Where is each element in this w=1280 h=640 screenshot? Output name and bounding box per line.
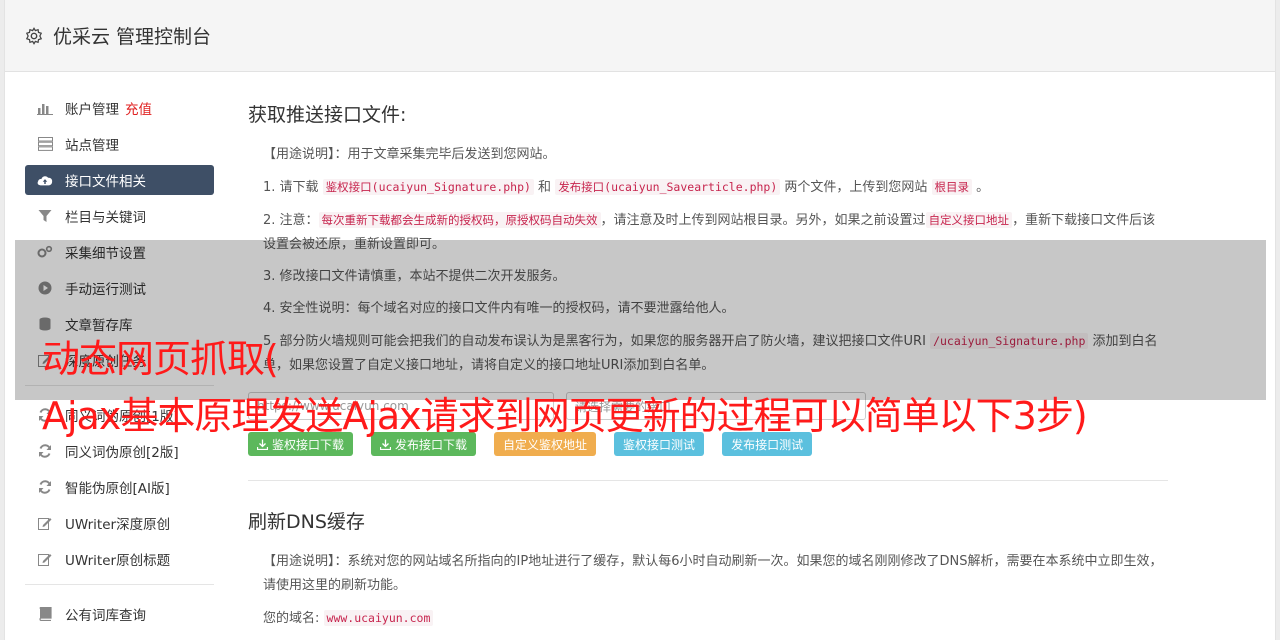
refresh-icon [37, 443, 53, 459]
recharge-link[interactable]: 充值 [125, 98, 152, 118]
sidebar-item-sites[interactable]: 站点管理 [25, 129, 214, 159]
caption-line-2: Ajax基本原理发送Ajax请求到网页更新的过程可以简单以下3步) [42, 394, 1088, 438]
caption-line-1: 动态网页抓取( [42, 337, 279, 381]
instruction-text: 。 [972, 180, 990, 195]
sidebar-item-public-dictionary[interactable]: 公有词库查询 [25, 599, 214, 629]
usage-text: ：用于文章采集完毕后发送到您网站。 [334, 147, 556, 162]
download-icon [380, 439, 392, 450]
sidebar-item-label: 栏目与关键词 [65, 210, 146, 226]
section-title-dns: 刷新DNS缓存 [248, 511, 365, 533]
instruction-text: 和 [533, 180, 556, 195]
sidebar-item-label: 公有词库查询 [65, 608, 146, 624]
usage-note: 【用途说明】：用于文章采集完毕后发送到您网站。 [248, 143, 1168, 167]
code-publish-file: 发布接口(ucaiyun_Savearticle.php) [555, 179, 781, 195]
sidebar-divider [25, 584, 214, 585]
download-icon [257, 439, 268, 450]
sidebar-item-label: UWriter原创标题 [65, 553, 171, 569]
dns-usage-note: 【用途说明】：系统对您的网站域名所指向的IP地址进行了缓存，默认每6小时自动刷新… [248, 550, 1168, 598]
instruction-1: 1. 请下载 鉴权接口(ucaiyun_Signature.php) 和 发布接… [248, 175, 1168, 200]
section-title-interface: 获取推送接口文件: [248, 104, 407, 126]
sidebar-item-uwriter-deep[interactable]: UWriter深度原创 [25, 508, 214, 538]
sidebar-item-label: 账户管理 [65, 102, 119, 118]
instruction-text: 1. 请下载 [263, 180, 323, 195]
domain-row: 您的域名: www.ucaiyun.com [248, 606, 1168, 631]
gear-icon [25, 26, 43, 45]
code-custom-address: 自定义接口地址 [925, 212, 1013, 228]
code-auth-file: 鉴权接口(ucaiyun_Signature.php) [322, 179, 534, 195]
sidebar-item-account[interactable]: 账户管理 充值 [25, 93, 214, 123]
server-icon [37, 136, 53, 152]
domain-value: www.ucaiyun.com [323, 610, 434, 626]
instruction-text: ，请注意及时上传到网站根目录。另外，如果之前设置过 [600, 213, 926, 228]
code-warning: 每次重新下载都会生成新的授权码，原授权码自动失效 [318, 212, 601, 228]
sidebar-item-label: UWriter深度原创 [65, 517, 171, 533]
refresh-icon [37, 479, 53, 495]
instruction-text: 2. 注意： [263, 213, 319, 228]
section-divider [248, 480, 1168, 481]
usage-text: ：系统对您的网站域名所指向的IP地址进行了缓存，默认每6小时自动刷新一次。如果您… [263, 554, 1163, 593]
edit-icon [37, 515, 53, 531]
sidebar-item-smart-ai[interactable]: 智能伪原创[AI版] [25, 472, 214, 502]
book-icon [37, 606, 53, 622]
sidebar-item-label: 站点管理 [65, 138, 119, 154]
edit-icon [37, 551, 53, 567]
sidebar-item-label: 同义词伪原创[2版] [65, 445, 179, 461]
usage-label: 【用途说明】 [263, 554, 335, 569]
sidebar-item-columns-keywords[interactable]: 栏目与关键词 [25, 201, 214, 231]
filter-icon [37, 208, 53, 224]
code-root-dir: 根目录 [931, 179, 973, 195]
domain-label: 您的域名: [263, 611, 324, 626]
sidebar-item-synonym-v2[interactable]: 同义词伪原创[2版] [25, 436, 214, 466]
app-title: 优采云 管理控制台 [53, 26, 212, 48]
sidebar-item-interface-files[interactable]: 接口文件相关 [25, 165, 214, 195]
sidebar-item-uwriter-title[interactable]: UWriter原创标题 [25, 544, 214, 574]
sidebar-item-label: 智能伪原创[AI版] [65, 481, 170, 497]
app-header: 优采云 管理控制台 [5, 0, 1275, 72]
sidebar-item-label: 接口文件相关 [65, 174, 146, 190]
bar-chart-icon [37, 100, 53, 116]
instruction-text: 两个文件，上传到您网站 [780, 180, 932, 195]
usage-label: 【用途说明】 [263, 147, 335, 162]
cloud-upload-icon [37, 172, 53, 188]
